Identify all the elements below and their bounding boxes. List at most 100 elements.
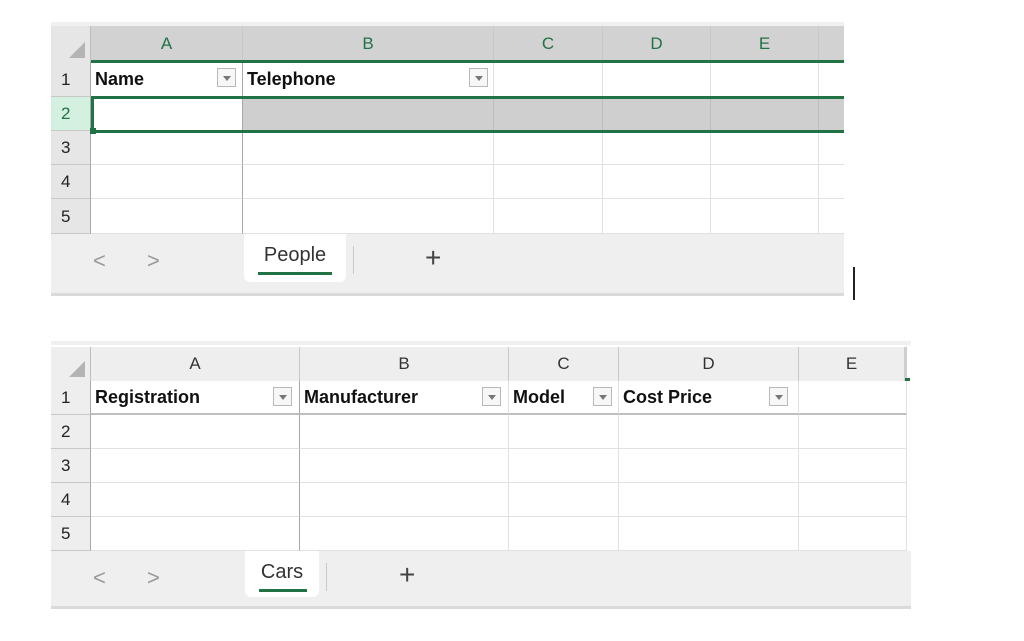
cell-d5[interactable] (603, 199, 711, 234)
tab-label: People (263, 244, 327, 266)
cell-a5[interactable] (91, 199, 243, 234)
column-header-d[interactable]: D (603, 26, 711, 62)
row-header-5[interactable]: 5 (51, 517, 91, 551)
cell-d2[interactable] (619, 415, 799, 449)
cell-f3[interactable] (819, 131, 844, 165)
filter-dropdown-icon[interactable] (469, 68, 488, 87)
cell-f4[interactable] (819, 165, 844, 199)
select-all-corner[interactable] (51, 347, 91, 381)
cell-b3[interactable] (300, 449, 509, 483)
header-cell-registration[interactable]: Registration (91, 381, 300, 415)
column-header-c[interactable]: C (509, 347, 619, 381)
cell-d3[interactable] (619, 449, 799, 483)
active-cell-a2[interactable] (91, 97, 243, 131)
row-header-2[interactable]: 2 (51, 97, 91, 131)
header-cell-manufacturer[interactable]: Manufacturer (300, 381, 509, 415)
cell-d2[interactable] (603, 97, 711, 131)
tab-separator (353, 246, 354, 274)
cell-b2[interactable] (243, 97, 494, 131)
cell-a3[interactable] (91, 131, 243, 165)
column-header-e[interactable]: E (799, 347, 907, 381)
cell-e1[interactable] (799, 381, 907, 415)
cell-c1[interactable] (494, 62, 603, 97)
cell-b4[interactable] (300, 483, 509, 517)
next-sheet-arrow-icon[interactable]: > (147, 565, 160, 591)
cell-a3[interactable] (91, 449, 300, 483)
sheet-tab-cars[interactable]: Cars (245, 551, 319, 597)
filter-dropdown-icon[interactable] (273, 387, 292, 406)
cell-c2[interactable] (494, 97, 603, 131)
cell-b2[interactable] (300, 415, 509, 449)
cell-c2[interactable] (509, 415, 619, 449)
cell-e4[interactable] (799, 483, 907, 517)
column-header-e[interactable]: E (711, 26, 819, 62)
select-all-corner[interactable] (51, 26, 91, 62)
row-header-2[interactable]: 2 (51, 415, 91, 449)
cell-e2[interactable] (711, 97, 819, 131)
cell-b3[interactable] (243, 131, 494, 165)
header-label: Registration (95, 387, 201, 407)
row-header-1[interactable]: 1 (51, 62, 91, 97)
column-header-d[interactable]: D (619, 347, 799, 381)
header-cell-name[interactable]: Name (91, 62, 243, 97)
column-header-a[interactable]: A (91, 347, 300, 381)
cell-f5[interactable] (819, 199, 844, 234)
cell-c3[interactable] (494, 131, 603, 165)
next-sheet-arrow-icon[interactable]: > (147, 248, 160, 274)
add-sheet-plus-icon[interactable]: + (425, 242, 441, 274)
column-header-a[interactable]: A (91, 26, 243, 62)
add-sheet-plus-icon[interactable]: + (399, 559, 415, 591)
filter-dropdown-icon[interactable] (482, 387, 501, 406)
cell-e2[interactable] (799, 415, 907, 449)
header-cell-model[interactable]: Model (509, 381, 619, 415)
column-header-b[interactable]: B (300, 347, 509, 381)
active-cell-left-border (91, 97, 94, 131)
fill-handle[interactable] (90, 128, 96, 134)
cell-a4[interactable] (91, 483, 300, 517)
header-cell-cost-price[interactable]: Cost Price (619, 381, 799, 415)
cell-f1[interactable] (819, 62, 844, 97)
cell-c4[interactable] (494, 165, 603, 199)
cell-d1[interactable] (603, 62, 711, 97)
row-header-5[interactable]: 5 (51, 199, 91, 234)
cell-d4[interactable] (603, 165, 711, 199)
prev-sheet-arrow-icon[interactable]: < (93, 565, 106, 591)
cars-sheet: A B C D E 1 2 3 4 5 Registration Manufac… (51, 341, 911, 609)
cell-e5[interactable] (799, 517, 907, 551)
filter-dropdown-icon[interactable] (217, 68, 236, 87)
cell-e4[interactable] (711, 165, 819, 199)
row-header-3[interactable]: 3 (51, 449, 91, 483)
cell-c3[interactable] (509, 449, 619, 483)
cell-b4[interactable] (243, 165, 494, 199)
column-header-c[interactable]: C (494, 26, 603, 62)
cell-c5[interactable] (509, 517, 619, 551)
header-cell-telephone[interactable]: Telephone (243, 62, 494, 97)
cell-a2[interactable] (91, 415, 300, 449)
column-header-b[interactable]: B (243, 26, 494, 62)
cell-a4[interactable] (91, 165, 243, 199)
cell-f2[interactable] (819, 97, 844, 131)
cell-c5[interactable] (494, 199, 603, 234)
cell-d5[interactable] (619, 517, 799, 551)
select-all-triangle-icon (69, 361, 85, 377)
sheet-tab-people[interactable]: People (244, 234, 346, 282)
cell-b5[interactable] (243, 199, 494, 234)
row-header-4[interactable]: 4 (51, 483, 91, 517)
cell-a5[interactable] (91, 517, 300, 551)
cell-b5[interactable] (300, 517, 509, 551)
filter-dropdown-icon[interactable] (769, 387, 788, 406)
row-header-4[interactable]: 4 (51, 165, 91, 199)
people-sheet: A B C D E 1 2 3 4 5 Name Telephone < > P… (51, 22, 844, 298)
cell-d3[interactable] (603, 131, 711, 165)
cell-c4[interactable] (509, 483, 619, 517)
cell-e3[interactable] (799, 449, 907, 483)
row-header-3[interactable]: 3 (51, 131, 91, 165)
cell-e5[interactable] (711, 199, 819, 234)
cell-e1[interactable] (711, 62, 819, 97)
cell-e3[interactable] (711, 131, 819, 165)
cell-d4[interactable] (619, 483, 799, 517)
filter-dropdown-icon[interactable] (593, 387, 612, 406)
column-header-f-partial[interactable] (819, 26, 844, 62)
row-header-1[interactable]: 1 (51, 381, 91, 415)
prev-sheet-arrow-icon[interactable]: < (93, 248, 106, 274)
